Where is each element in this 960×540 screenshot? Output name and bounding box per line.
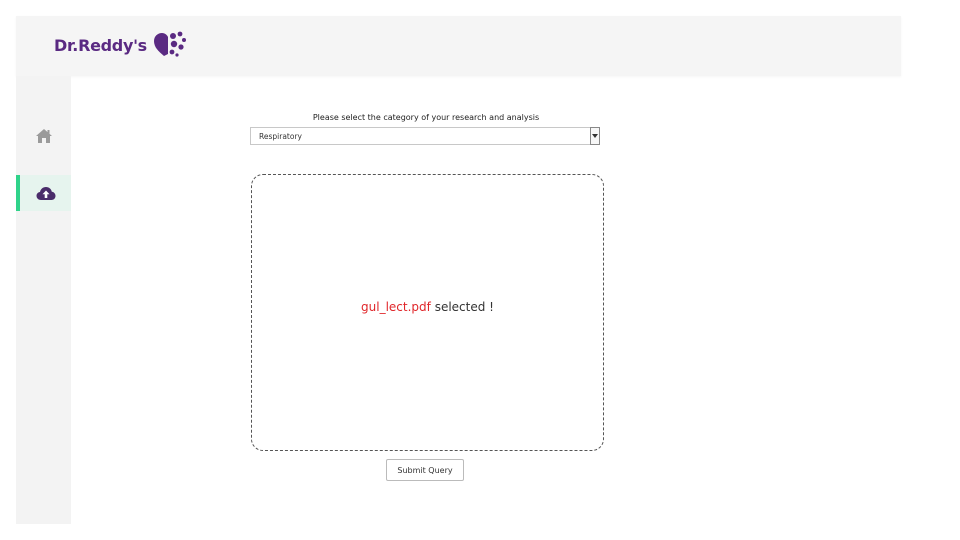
- selected-status: selected !: [430, 299, 494, 314]
- heart-dots-logo-icon: [153, 31, 186, 57]
- category-selected-value: Respiratory: [259, 131, 302, 141]
- logo-text: Dr.Reddy's: [54, 35, 147, 55]
- dropdown-button[interactable]: [590, 127, 600, 145]
- category-prompt: Please select the category of your resea…: [312, 113, 540, 122]
- header: Dr.Reddy's: [16, 16, 901, 76]
- sidebar-item-upload[interactable]: [16, 175, 71, 211]
- file-dropzone[interactable]: gul_lect.pdf selected !: [251, 174, 604, 451]
- category-select[interactable]: Respiratory: [250, 127, 600, 145]
- selected-filename: gul_lect.pdf: [361, 299, 431, 314]
- sidebar-item-home[interactable]: [16, 118, 71, 154]
- home-icon: [35, 129, 52, 143]
- brand-logo[interactable]: Dr.Reddy's: [54, 30, 187, 60]
- dropzone-message: gul_lect.pdf selected !: [361, 300, 494, 314]
- main-content: Please select the category of your resea…: [71, 76, 901, 524]
- submit-query-button[interactable]: Submit Query: [386, 459, 464, 481]
- app: Dr.Reddy's Please select the category of…: [16, 16, 901, 524]
- sidebar: [16, 76, 71, 524]
- cloud-upload-icon: [36, 186, 55, 200]
- caret-down-icon: [592, 134, 598, 138]
